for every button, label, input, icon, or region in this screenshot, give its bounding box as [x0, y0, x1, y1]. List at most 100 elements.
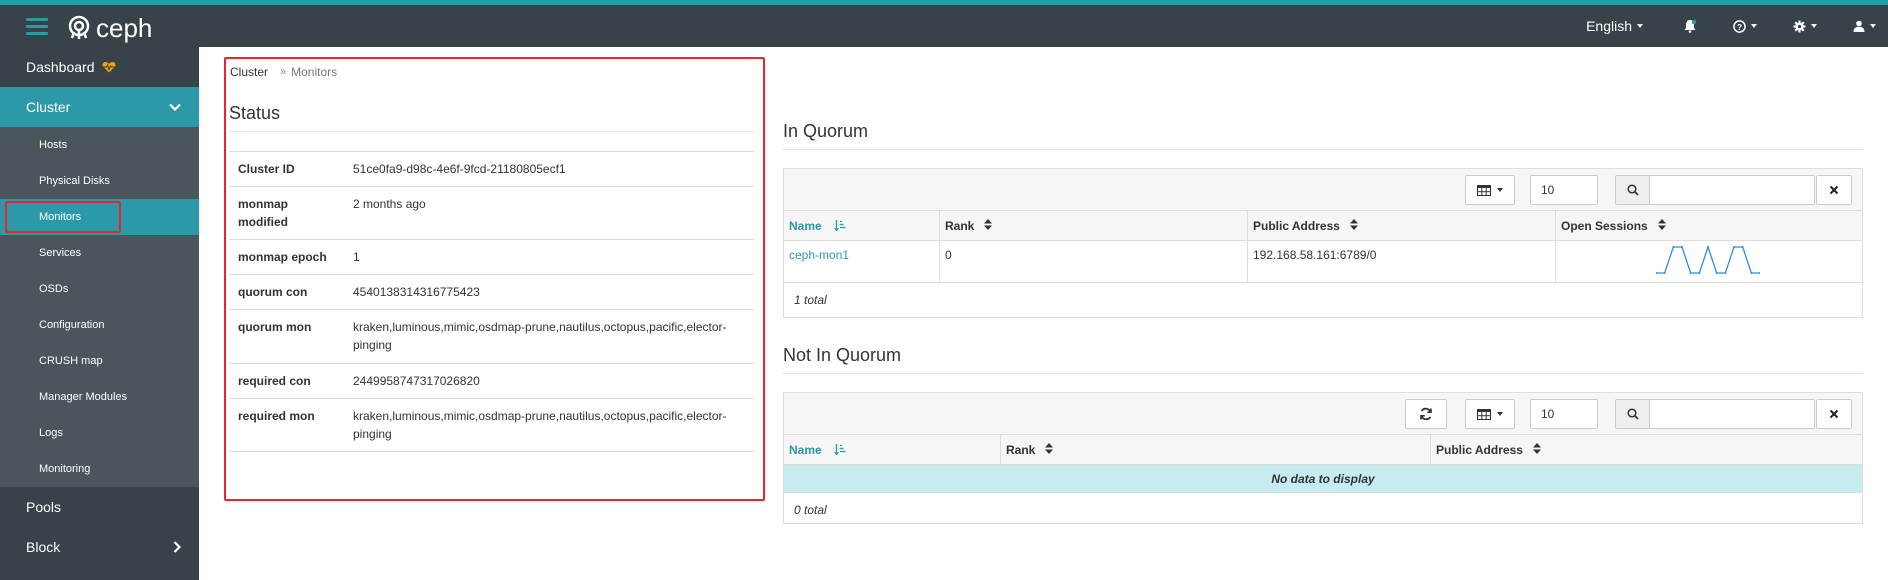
bell-icon	[1684, 19, 1697, 33]
column-header-open-sessions[interactable]: Open Sessions	[1556, 211, 1862, 240]
in-quorum-table: 10 Name Rank Public Address Open Session…	[783, 168, 1863, 318]
monitor-link[interactable]: ceph-mon1	[789, 248, 849, 262]
status-key: quorum con	[229, 274, 344, 310]
sort-icon	[984, 218, 993, 233]
sidebar-item-osds[interactable]: OSDs	[0, 271, 199, 307]
settings-dropdown[interactable]	[1775, 5, 1835, 47]
not-in-quorum-table: 10 Name Rank Public Address No data to d…	[783, 392, 1863, 524]
sidebar-item-label: Block	[26, 539, 61, 555]
status-key: required con	[229, 363, 344, 399]
language-dropdown[interactable]: English	[1570, 5, 1665, 47]
ceph-logo-text: ceph	[96, 12, 153, 43]
status-value: kraken,luminous,mimic,osdmap-prune,nauti…	[344, 398, 754, 452]
search-box[interactable]	[1615, 399, 1815, 429]
column-label: Name	[789, 442, 822, 457]
sidebar-item-services[interactable]: Services	[0, 235, 199, 271]
column-header-name[interactable]: Name	[784, 435, 1001, 464]
chevron-right-icon	[173, 541, 181, 553]
status-value: 4540138314316775423	[344, 274, 754, 310]
top-navbar: ceph English ?	[0, 0, 1888, 47]
sidebar-item-label: Cluster	[26, 99, 71, 115]
in-quorum-heading: In Quorum	[783, 121, 869, 141]
sidebar-item-logs[interactable]: Logs	[0, 415, 199, 451]
sidebar-item-dashboard[interactable]: Dashboard	[0, 47, 199, 87]
column-header-rank[interactable]: Rank	[1001, 435, 1431, 464]
user-dropdown[interactable]	[1835, 5, 1888, 47]
table-toolbar: 10	[784, 169, 1862, 211]
page-size-input[interactable]: 10	[1530, 399, 1598, 429]
sidebar-item-label: Dashboard	[26, 59, 95, 75]
sort-icon	[1657, 218, 1666, 233]
table-footer-total: 0 total	[794, 503, 827, 517]
chevron-down-icon	[169, 103, 181, 111]
help-dropdown[interactable]: ?	[1715, 5, 1775, 47]
status-row: required con 2449958747317026820	[229, 363, 754, 399]
ceph-logo[interactable]: ceph	[66, 13, 152, 43]
sidebar-item-cluster[interactable]: Cluster	[0, 87, 199, 127]
status-value: kraken,luminous,mimic,osdmap-prune,nauti…	[344, 309, 754, 364]
column-chooser-button[interactable]	[1465, 175, 1515, 205]
column-header-rank[interactable]: Rank	[940, 211, 1248, 240]
column-header-public-address[interactable]: Public Address	[1248, 211, 1556, 240]
sidebar-item-monitors[interactable]: Monitors	[0, 199, 199, 235]
search-input[interactable]	[1650, 176, 1814, 204]
table-row: ceph-mon1 0 192.168.58.161:6789/0	[784, 241, 1862, 283]
status-row: monmap epoch 1	[229, 239, 754, 275]
sparkline-point	[1689, 272, 1692, 274]
search-box[interactable]	[1615, 175, 1815, 205]
breadcrumb: Cluster » Monitors	[230, 65, 337, 79]
refresh-button[interactable]	[1405, 399, 1447, 429]
status-value: 2 months ago	[344, 186, 754, 240]
column-label: Public Address	[1253, 218, 1340, 233]
sidebar-item-configuration[interactable]: Configuration	[0, 307, 199, 343]
ceph-logo-icon	[68, 15, 90, 39]
sidebar-item-hosts[interactable]: Hosts	[0, 127, 199, 163]
sort-icon	[1045, 442, 1054, 457]
close-icon	[1829, 409, 1839, 419]
sparkline-point	[1663, 272, 1666, 274]
notifications-button[interactable]	[1665, 5, 1715, 47]
column-chooser-button[interactable]	[1465, 399, 1515, 429]
search-icon	[1616, 400, 1650, 428]
sparkline-point	[1656, 272, 1657, 274]
sparkline-point	[1724, 272, 1727, 274]
clear-search-button[interactable]	[1816, 175, 1852, 205]
sidebar-item-physical-disks[interactable]: Physical Disks	[0, 163, 199, 199]
column-header-name[interactable]: Name	[784, 211, 940, 240]
breadcrumb-cluster[interactable]: Cluster	[230, 65, 268, 79]
hamburger-menu-icon[interactable]	[26, 18, 48, 36]
column-label: Rank	[945, 218, 975, 233]
status-key: monmap modified	[229, 186, 344, 240]
empty-table-message: No data to display	[784, 465, 1862, 493]
sidebar-item-pools[interactable]: Pools	[0, 487, 199, 527]
table-header: Name Rank Public Address	[784, 435, 1862, 465]
sidebar-item-monitoring[interactable]: Monitoring	[0, 451, 199, 487]
search-input[interactable]	[1650, 400, 1814, 428]
sidebar-item-block[interactable]: Block	[0, 527, 199, 567]
status-key: monmap epoch	[229, 239, 344, 275]
page-size-input[interactable]: 10	[1530, 175, 1598, 205]
sparkline-point	[1715, 272, 1718, 274]
column-header-public-address[interactable]: Public Address	[1431, 435, 1862, 464]
cell-rank: 0	[940, 241, 1248, 282]
status-key: required mon	[229, 398, 344, 452]
sparkline-point	[1750, 272, 1753, 274]
sort-icon	[1532, 442, 1541, 457]
sidebar-item-crush-map[interactable]: CRUSH map	[0, 343, 199, 379]
sidebar-item-label: Pools	[26, 499, 62, 515]
sparkline-point	[1698, 272, 1701, 274]
clear-search-button[interactable]	[1816, 399, 1852, 429]
gear-icon	[1793, 19, 1806, 33]
sidebar-item-manager-modules[interactable]: Manager Modules	[0, 379, 199, 415]
status-heading: Status	[229, 103, 281, 123]
cluster-submenu: Hosts Physical Disks Monitors Services O…	[0, 127, 199, 487]
table-footer-total: 1 total	[794, 293, 827, 307]
breadcrumb-monitors: Monitors	[291, 65, 338, 79]
double-chevron-right-icon: »	[280, 66, 287, 78]
status-value: 51ce0fa9-d98c-4e6f-9fcd-21180805ecf1	[344, 151, 754, 187]
status-value: 1	[344, 239, 754, 275]
refresh-icon	[1420, 407, 1432, 421]
column-label: Rank	[1006, 442, 1036, 457]
status-row: required mon kraken,luminous,mimic,osdmap…	[229, 398, 754, 452]
close-icon	[1829, 185, 1839, 195]
